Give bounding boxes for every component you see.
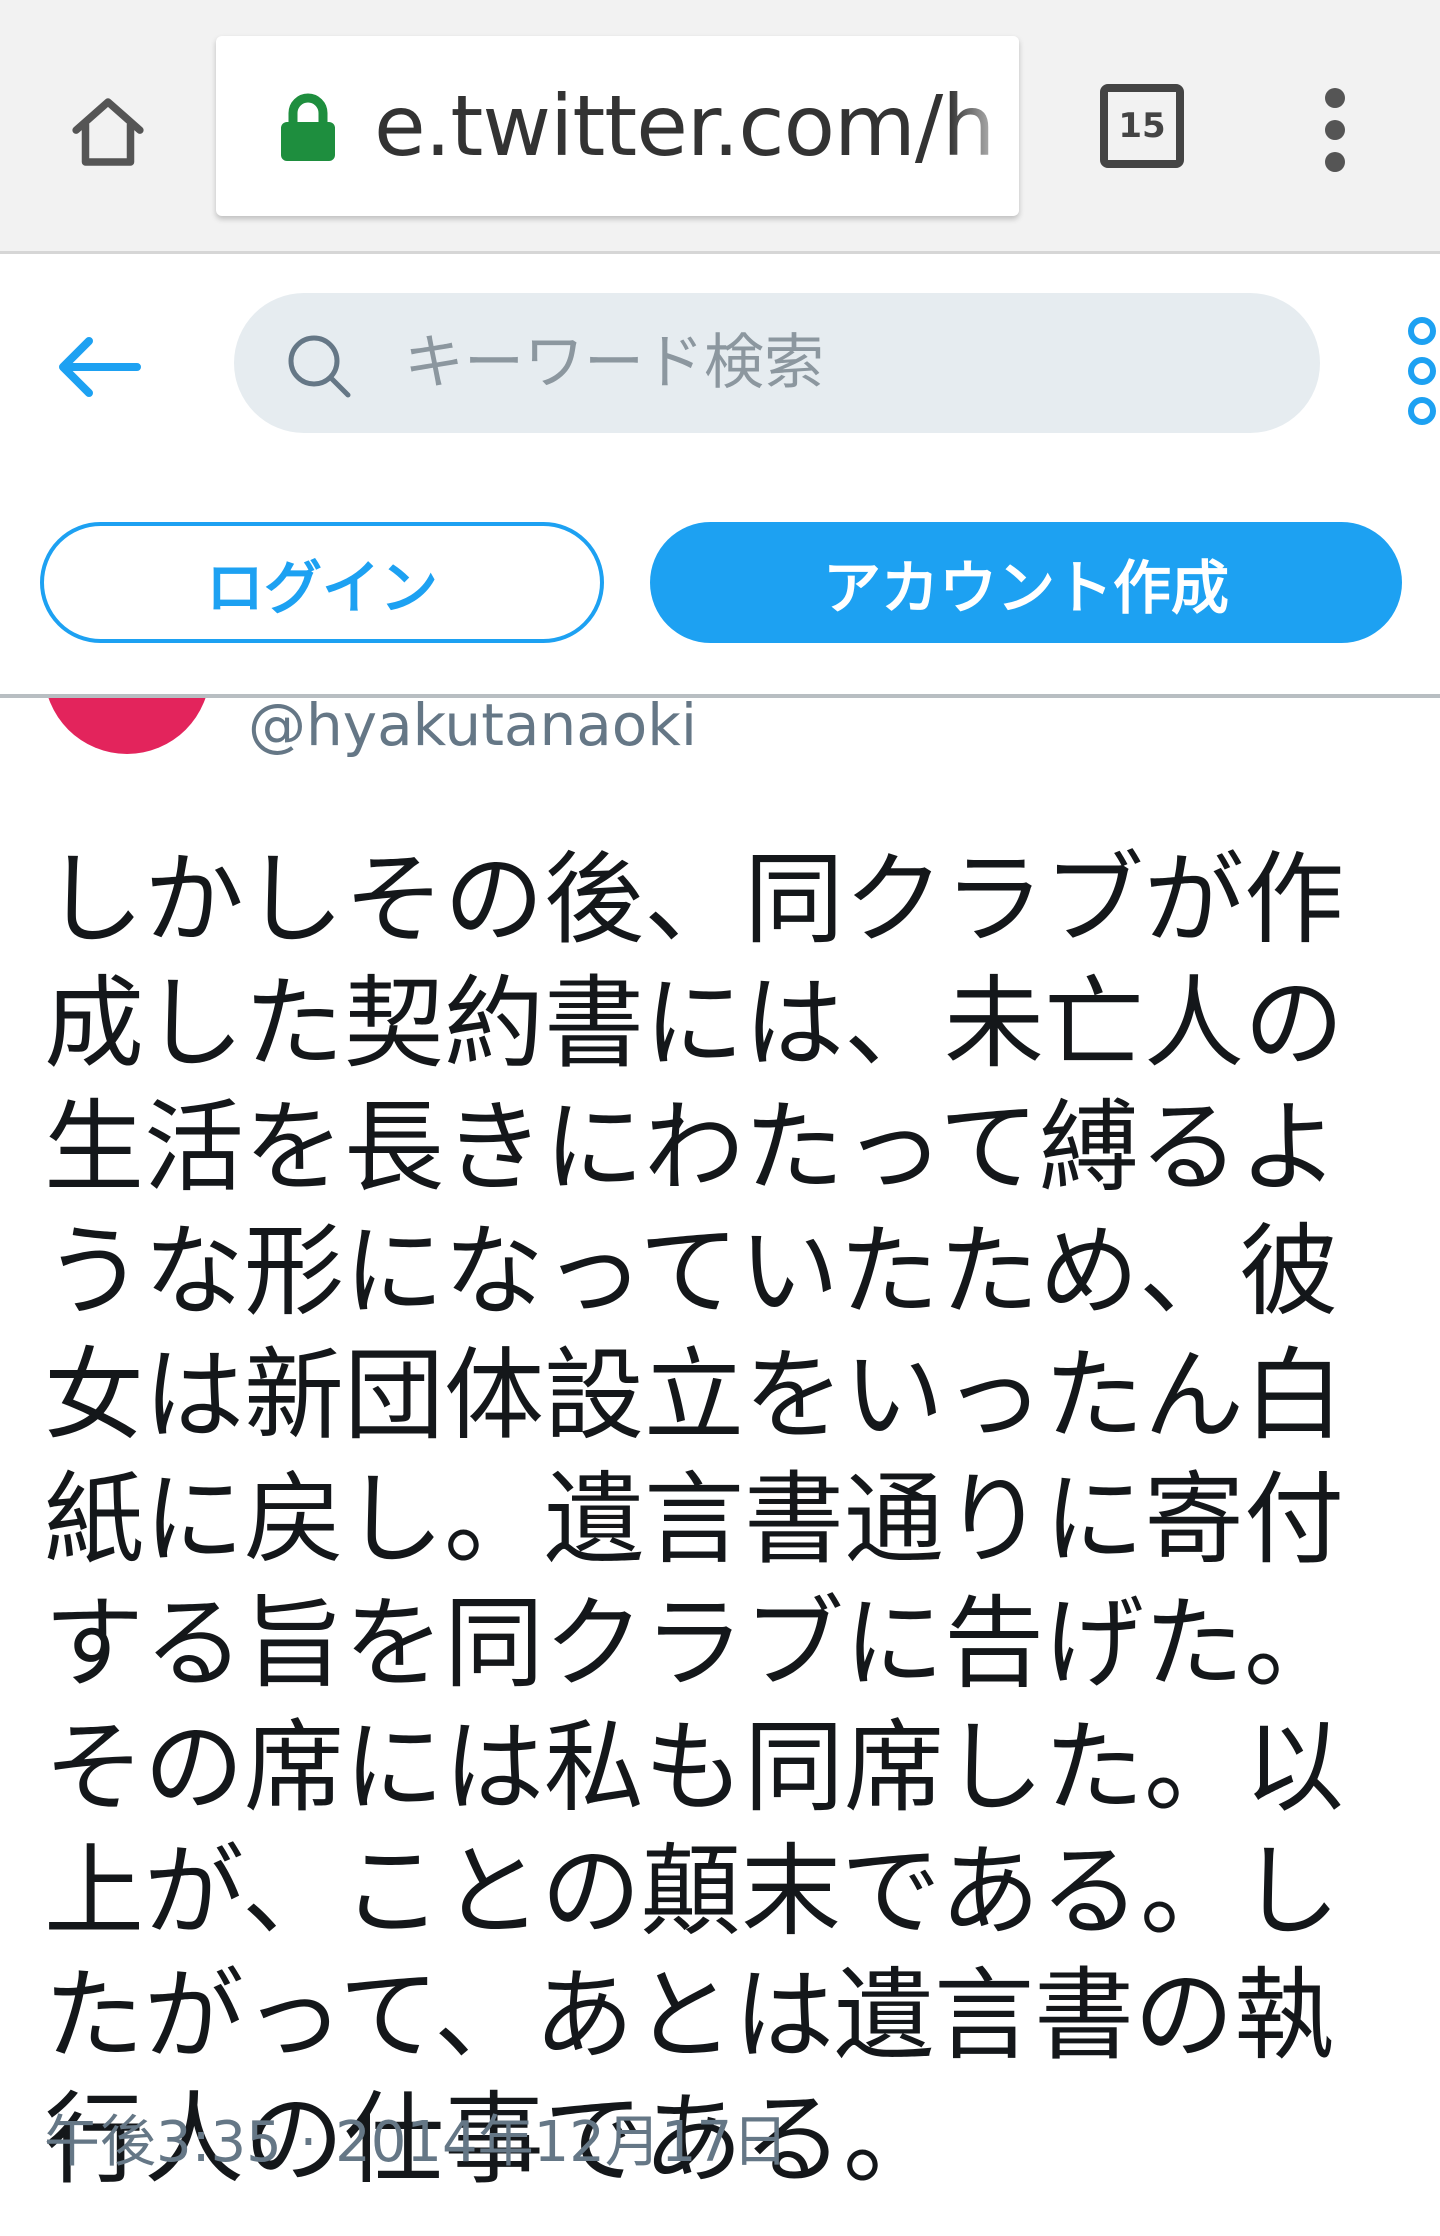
back-button[interactable] — [48, 317, 148, 417]
browser-menu-button[interactable] — [1310, 80, 1360, 180]
login-button[interactable]: ログイン — [40, 522, 604, 643]
tab-count: 15 — [1118, 106, 1166, 146]
arrow-left-icon — [59, 337, 141, 397]
address-bar[interactable]: e.twitter.com/h — [216, 36, 1019, 216]
tweet: @hyakutanaoki しかしその後、同クラブが作成した契約書には、未亡人の… — [0, 698, 1440, 2236]
more-button[interactable] — [1400, 317, 1440, 427]
browser-toolbar: e.twitter.com/h 15 — [0, 0, 1440, 254]
vertical-dots-icon — [1325, 88, 1345, 108]
home-icon — [72, 98, 144, 166]
tab-switcher-button[interactable]: 15 — [1100, 84, 1184, 168]
search-bar[interactable] — [234, 293, 1320, 433]
twitter-header: ログイン アカウント作成 — [0, 257, 1440, 698]
lock-icon — [281, 93, 335, 161]
url-fade — [949, 36, 1019, 216]
more-icon — [1408, 317, 1436, 345]
url-text: e.twitter.com/h — [374, 77, 995, 175]
signup-button[interactable]: アカウント作成 — [650, 522, 1402, 643]
search-icon — [288, 335, 351, 398]
avatar[interactable] — [44, 698, 210, 754]
search-input[interactable] — [404, 293, 1284, 433]
tweet-timestamp[interactable]: 午後3:35 · 2014年12月17日 — [44, 2108, 788, 2178]
tweet-text: しかしその後、同クラブが作成した契約書には、未亡人の生活を長きにわたって縛るよう… — [44, 841, 1344, 2198]
user-handle[interactable]: @hyakutanaoki — [248, 698, 697, 760]
home-button[interactable] — [60, 84, 156, 180]
